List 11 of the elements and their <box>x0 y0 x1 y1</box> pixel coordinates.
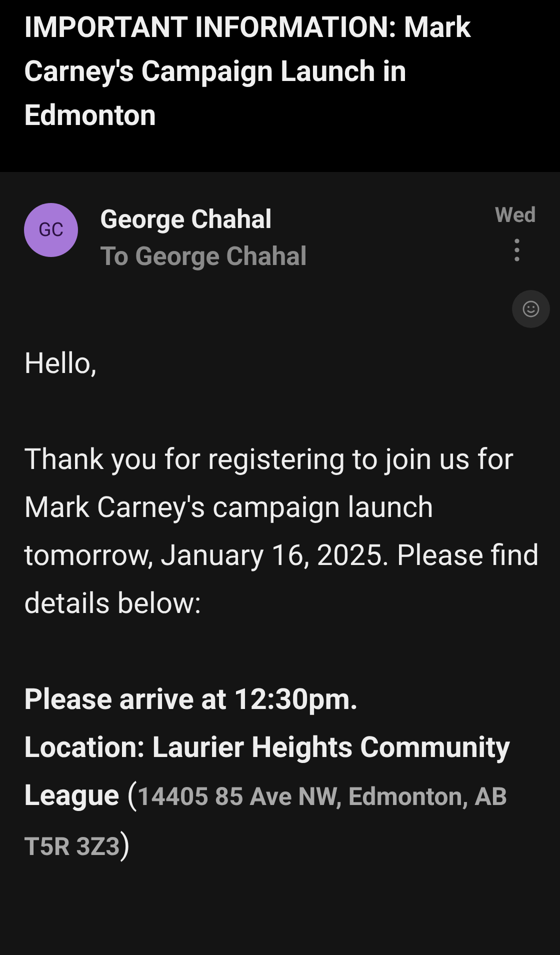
event-details: Please arrive at 12:30pm. Location: Laurier Heights Community League (14405 85 Ave NW, Edmonton, AB T5R 3Z3) <box>24 682 512 865</box>
sender-name: George Chahal <box>100 204 273 237</box>
date: Wed <box>494 203 536 230</box>
smiley-icon <box>522 300 540 318</box>
body-paragraph: Thank you for registering to join us for Mark Carney's campaign launch tomorrow, January 16, 2025. Please find details below: <box>24 442 540 623</box>
emoji-reaction-button[interactable] <box>512 290 550 328</box>
email-subject: IMPORTANT INFORMATION: Mark Carney's Campaign Launch in Edmonton <box>24 10 472 135</box>
body-paragraph: Hello, <box>24 346 98 383</box>
more-options-icon[interactable] <box>514 238 520 262</box>
recipient-line: To George Chahal <box>100 241 308 274</box>
avatar: GC <box>24 203 78 257</box>
